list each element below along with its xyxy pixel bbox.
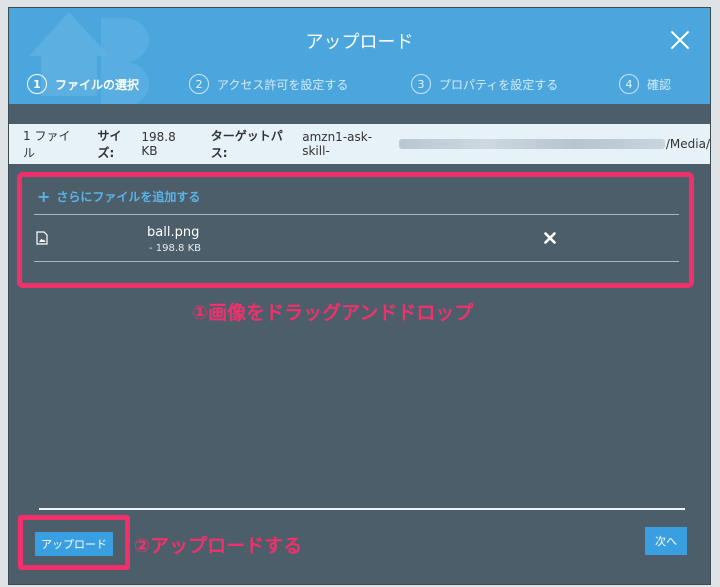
remove-icon[interactable] [544, 232, 556, 244]
step-select-files[interactable]: 1 ファイルの選択 [27, 72, 139, 96]
screen: アップロード 1 ファイルの選択 2 アクセス許可を設定する 3 プロパティを設… [0, 0, 720, 587]
add-more-files-link[interactable]: + さらにファイルを追加する [37, 187, 200, 206]
upload-info-bar: 1 ファイル サイズ: 198.8 KB ターゲットパス: amzn1-ask-… [9, 124, 710, 164]
step-label: 確認 [647, 77, 672, 92]
image-file-icon [36, 231, 48, 245]
annotation-drag-drop: ①画像をドラッグアンドドロップ [192, 302, 474, 324]
dialog-title: アップロード [305, 32, 414, 53]
wizard-steps: 1 ファイルの選択 2 アクセス許可を設定する 3 プロパティを設定する 4 確… [9, 72, 710, 100]
size-label: サイズ: [97, 129, 122, 160]
close-icon[interactable] [670, 30, 690, 50]
footer-divider [39, 508, 685, 510]
add-files-label: さらにファイルを追加する [56, 190, 201, 204]
file-count: 1 ファイル [23, 129, 71, 160]
target-path-suffix: /Media/ [665, 137, 710, 151]
step-number: 3 [411, 74, 431, 94]
annotation-upload: ②アップロードする [134, 535, 303, 557]
plus-icon: + [37, 187, 51, 206]
step-number: 1 [27, 74, 47, 94]
file-name: ball.png [147, 225, 200, 240]
step-properties[interactable]: 3 プロパティを設定する [411, 72, 558, 96]
size-value: 198.8 KB [141, 130, 176, 158]
target-path-label: ターゲットパス: [210, 129, 283, 160]
drop-zone-highlight[interactable]: + さらにファイルを追加する ball.png - 198.8 KB [17, 172, 694, 288]
redacted-path [399, 139, 665, 149]
upload-button-highlight: アップロード [18, 515, 130, 570]
upload-dialog: アップロード 1 ファイルの選択 2 アクセス許可を設定する 3 プロパティを設… [8, 7, 711, 585]
step-permissions[interactable]: 2 アクセス許可を設定する [189, 72, 348, 96]
step-label: アクセス許可を設定する [217, 77, 349, 92]
step-label: ファイルの選択 [55, 77, 140, 92]
divider [34, 214, 679, 215]
target-path-prefix: amzn1-ask-skill- [302, 130, 373, 158]
step-label: プロパティを設定する [439, 77, 559, 92]
dialog-header: アップロード 1 ファイルの選択 2 アクセス許可を設定する 3 プロパティを設… [9, 8, 710, 104]
step-number: 2 [189, 74, 209, 94]
file-size: - 198.8 KB [149, 243, 202, 254]
step-number: 4 [619, 74, 639, 94]
next-button[interactable]: 次へ [645, 527, 687, 555]
divider [34, 261, 679, 262]
upload-button[interactable]: アップロード [35, 532, 113, 556]
step-review[interactable]: 4 確認 [619, 72, 671, 96]
